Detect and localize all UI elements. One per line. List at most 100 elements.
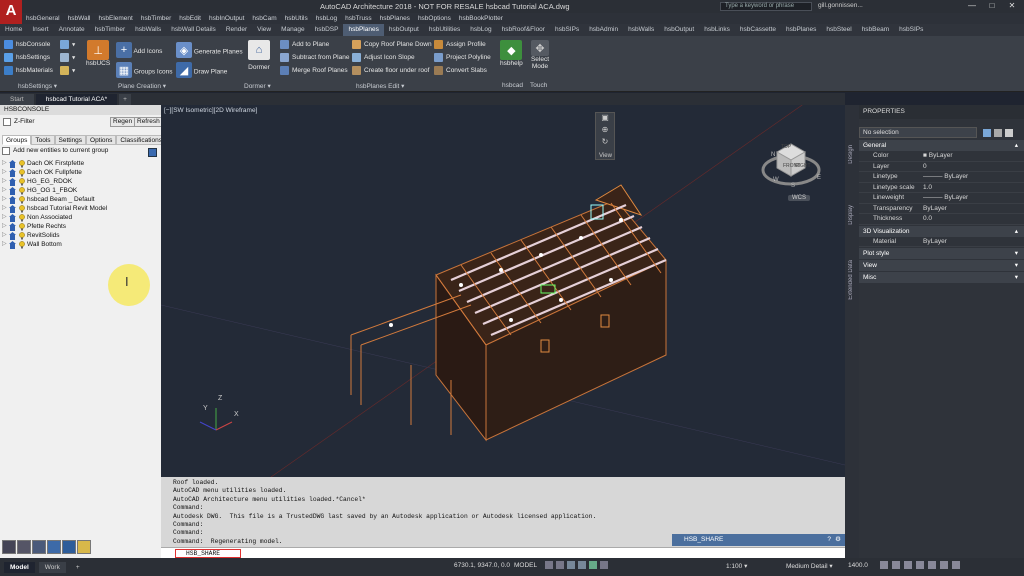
lightbulb-icon[interactable] — [19, 177, 25, 186]
tree-item[interactable]: ▷ Dach OK Fullpfette — [2, 168, 157, 177]
property-value[interactable]: ■ ByLayer — [923, 152, 1024, 159]
property-row[interactable]: Linetype scale 1.0 — [859, 183, 1024, 193]
property-value[interactable]: ByLayer — [923, 205, 1024, 212]
generate-planes-button[interactable]: ◈ Generate Planes — [176, 42, 243, 58]
section-misc[interactable]: Misc ▾ — [859, 272, 1024, 283]
property-value[interactable]: ByLayer — [923, 238, 1024, 245]
menu-item-hsbinoutput[interactable]: hsbInOutput — [205, 15, 248, 22]
drawing-viewport[interactable]: [−][SW Isometric][2D Wireframe] ▣ ⊕ ↻ Vi… — [161, 105, 845, 477]
command-line[interactable]: HSB_SHARE — [161, 547, 845, 558]
property-value[interactable]: 1.0 — [923, 184, 1024, 191]
expand-icon[interactable]: ▷ — [2, 240, 9, 249]
expand-icon[interactable]: ▷ — [2, 186, 9, 195]
tree-item[interactable]: ▷ Dach OK Firstpfette — [2, 159, 157, 168]
tab-options[interactable]: Options — [86, 135, 117, 145]
property-row[interactable]: Material ByLayer — [859, 237, 1024, 247]
tab-work[interactable]: Work — [38, 561, 66, 573]
property-row[interactable]: Linetype ——— ByLayer — [859, 172, 1024, 183]
compass-n[interactable]: N — [771, 152, 775, 158]
property-value[interactable]: 0.0 — [923, 215, 1024, 222]
help-icon[interactable]: ? — [827, 534, 831, 546]
settings-panel-label[interactable]: hsbSettings ▾ — [18, 82, 57, 90]
orbit-icon[interactable]: ↻ — [596, 137, 614, 149]
property-row[interactable]: Lineweight ——— ByLayer — [859, 193, 1024, 204]
draw-plane-button[interactable]: ◢ Draw Plane — [176, 62, 227, 78]
tab-drawing[interactable]: hsbcad Tutorial ACA* — [35, 93, 118, 105]
tab-tools[interactable]: Tools — [31, 135, 55, 145]
tab-settings[interactable]: Settings — [54, 135, 87, 145]
refresh-button[interactable]: Refresh — [134, 117, 163, 127]
tab-classifications[interactable]: Classifications — [116, 135, 166, 145]
ribbon-tab-hsbwalls[interactable]: hsbWalls — [130, 24, 166, 36]
new-tab-button[interactable]: + — [119, 93, 131, 105]
ortho-toggle-icon[interactable] — [567, 561, 575, 569]
add-layout-button[interactable]: + — [70, 562, 86, 573]
workspace-icon[interactable] — [880, 561, 888, 569]
ribbon-tab-render[interactable]: Render — [221, 24, 252, 36]
ribbon-tab-hsblinks[interactable]: hsbLinks — [699, 24, 735, 36]
subtract-from-plane-button[interactable]: Subtract from Plane — [280, 53, 349, 66]
selection-dropdown[interactable]: No selection — [859, 127, 977, 138]
section-plot-style[interactable]: Plot style ▾ — [859, 248, 1024, 259]
ribbon-tab-hsbsips[interactable]: hsbSIPs — [894, 24, 928, 36]
property-value[interactable]: ——— ByLayer — [923, 173, 1024, 180]
planes-edit-label[interactable]: hsbPlanes Edit ▾ — [356, 82, 404, 90]
project-polyline-button[interactable]: Project Polyline — [434, 53, 491, 66]
ribbon-tab-hsbsteel[interactable]: hsbSteel — [821, 24, 856, 36]
expand-icon[interactable]: ▷ — [2, 195, 9, 204]
create-floor-under-roof-button[interactable]: Create floor under roof — [352, 66, 432, 79]
ribbon-tab-view[interactable]: View — [252, 24, 276, 36]
tree-item[interactable]: ▷ Wall Bottom — [2, 240, 157, 249]
annotation-monitor-icon[interactable] — [892, 561, 900, 569]
property-value[interactable]: ——— ByLayer — [923, 194, 1024, 201]
tool-table-icon[interactable] — [17, 540, 31, 554]
menu-item-hsbedit[interactable]: hsbEdit — [175, 15, 205, 22]
cube-face-right[interactable]: RIGHT — [795, 163, 811, 169]
search-input[interactable]: Type a keyword or phrase — [720, 2, 812, 11]
wcs-menu[interactable]: WCS — [788, 195, 810, 201]
property-value[interactable]: 0 — [923, 163, 1024, 170]
copy-roof-plane-down-button[interactable]: Copy Roof Plane Down — [352, 40, 432, 53]
expand-icon[interactable]: ▷ — [2, 213, 9, 222]
lightbulb-icon[interactable] — [19, 186, 25, 195]
close-button[interactable]: ✕ — [1002, 0, 1022, 12]
ribbon-tab-hsbwalls[interactable]: hsbWalls — [623, 24, 659, 36]
tree-item[interactable]: ▷ HG_EG_RDOK — [2, 177, 157, 186]
snap-toggle-icon[interactable] — [556, 561, 564, 569]
model-space-toggle[interactable]: MODEL — [514, 562, 537, 569]
hsbmaterials-button[interactable]: hsbMaterials — [4, 66, 53, 79]
lightbulb-icon[interactable] — [19, 195, 25, 204]
dormer-button[interactable]: ⌂ Dormer — [248, 40, 270, 71]
quick-select-icon[interactable] — [1005, 128, 1013, 137]
menu-item-hsbutils[interactable]: hsbUtils — [281, 15, 312, 22]
side-tab-display[interactable]: Display — [848, 205, 854, 225]
hardware-accel-icon[interactable] — [928, 561, 936, 569]
expand-icon[interactable]: ▷ — [2, 231, 9, 240]
cube-face-top[interactable]: TOP — [781, 144, 791, 150]
ribbon-tab-hsbutilities[interactable]: hsbUtilities — [424, 24, 465, 36]
ribbon-tab-home[interactable]: Home — [0, 24, 27, 36]
grid-icon[interactable]: ▾ — [60, 40, 75, 53]
compass-s[interactable]: S — [791, 183, 795, 189]
menu-item-hsbplanes[interactable]: hsbPlanes — [376, 15, 414, 22]
menu-item-hsbelement[interactable]: hsbElement — [95, 15, 137, 22]
ribbon-tab-hsbsips[interactable]: hsbSIPs — [550, 24, 584, 36]
ribbon-tab-hsbplanes[interactable]: hsbPlanes — [343, 24, 384, 36]
lightbulb-icon[interactable] — [19, 204, 25, 213]
side-tab-extended-data[interactable]: Extended Data — [848, 260, 854, 300]
menu-item-hsbcam[interactable]: hsbCam — [248, 15, 280, 22]
compass-e[interactable]: E — [817, 175, 821, 181]
tree-item[interactable]: ▷ HG_OG 1_FBOK — [2, 186, 157, 195]
minimize-button[interactable]: — — [962, 0, 982, 12]
tab-start[interactable]: Start — [0, 93, 34, 105]
lightbulb-icon[interactable] — [19, 240, 25, 249]
polar-toggle-icon[interactable] — [578, 561, 586, 569]
ribbon-tab-hsblog[interactable]: hsbLog — [465, 24, 496, 36]
lightbulb-icon[interactable] — [19, 213, 25, 222]
command-autocomplete-popup[interactable]: HSB_SHARE ? ⚙ — [672, 534, 845, 546]
lightbulb-icon[interactable] — [19, 231, 25, 240]
expand-icon[interactable]: ▷ — [2, 222, 9, 231]
lightbulb-icon[interactable] — [19, 159, 25, 168]
ribbon-tab-hsbplanes[interactable]: hsbPlanes — [781, 24, 821, 36]
groups-icons-button[interactable]: ▦ Groups Icons — [116, 62, 172, 78]
